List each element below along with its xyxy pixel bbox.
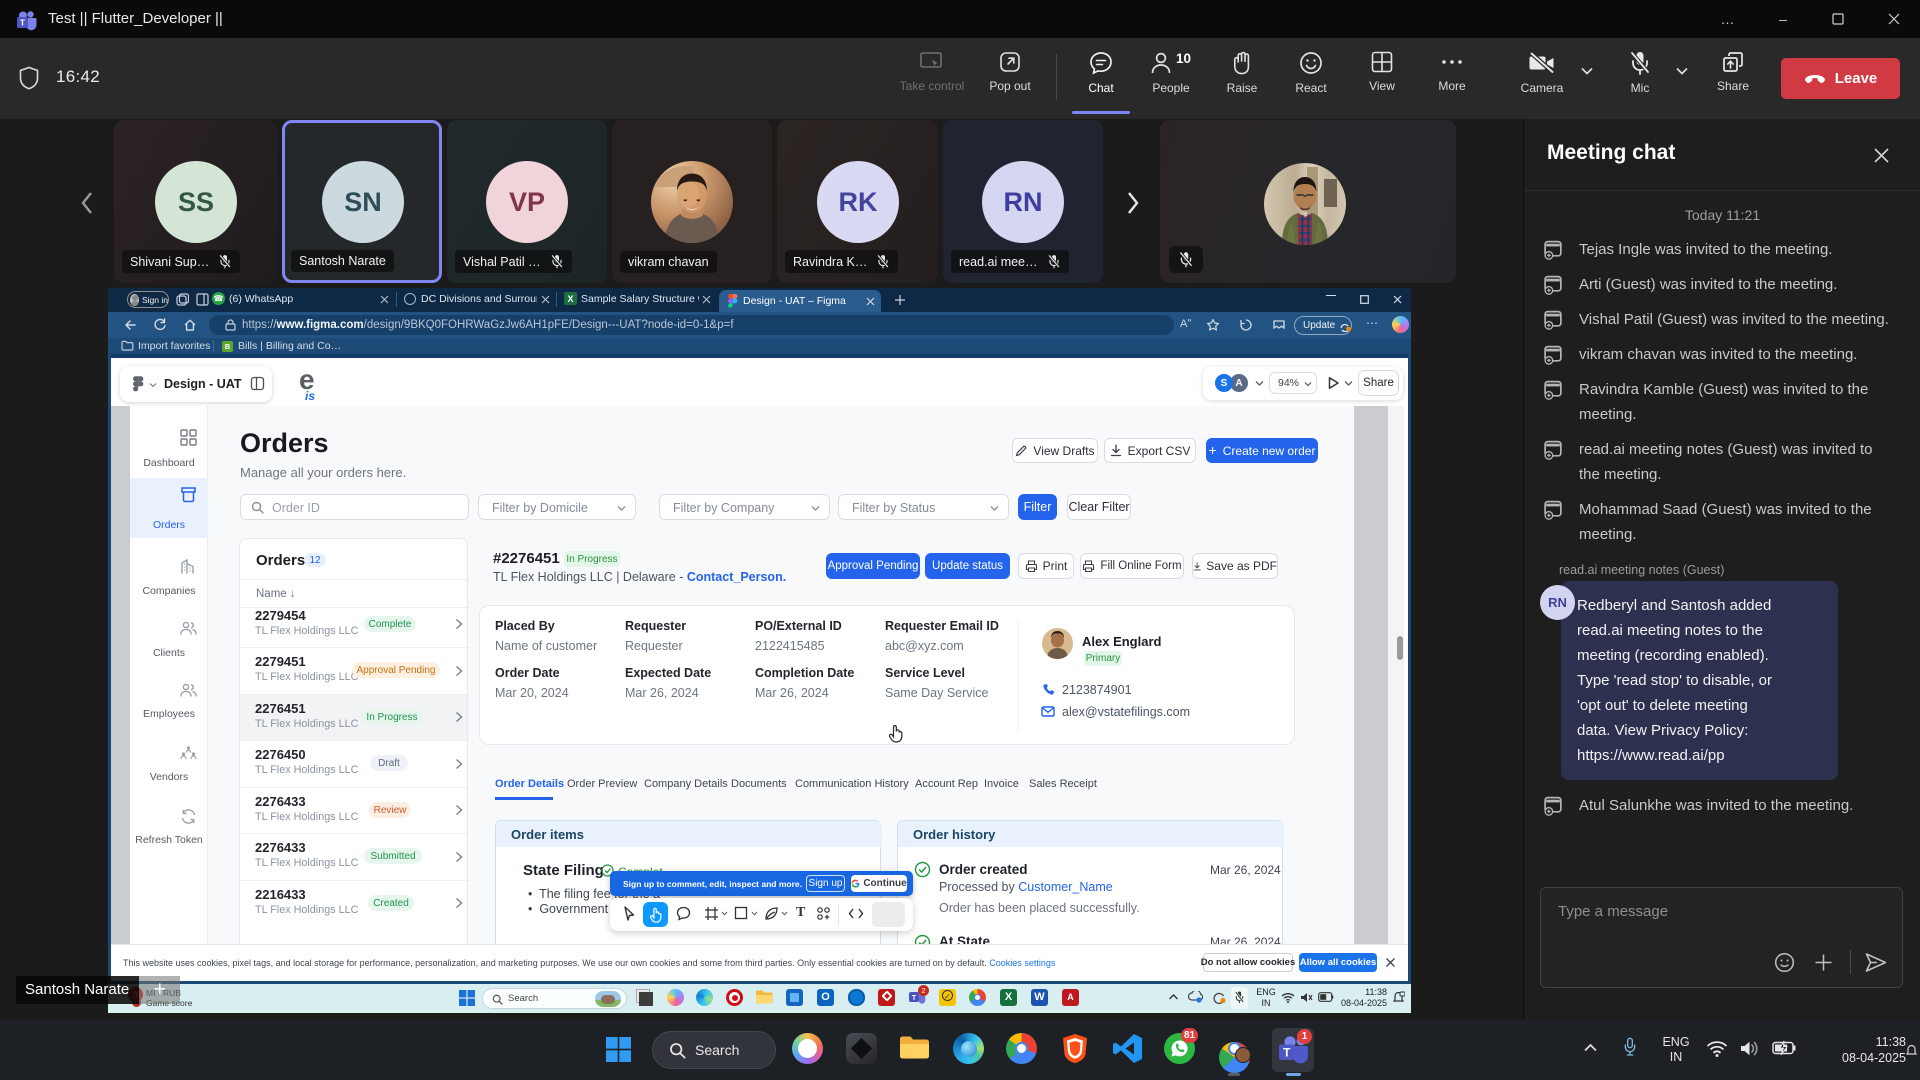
svg-text:T: T [20, 18, 26, 28]
svg-text:T: T [912, 995, 917, 1002]
svg-text:10: 10 [1176, 51, 1191, 66]
svg-text:T: T [1283, 1046, 1291, 1060]
